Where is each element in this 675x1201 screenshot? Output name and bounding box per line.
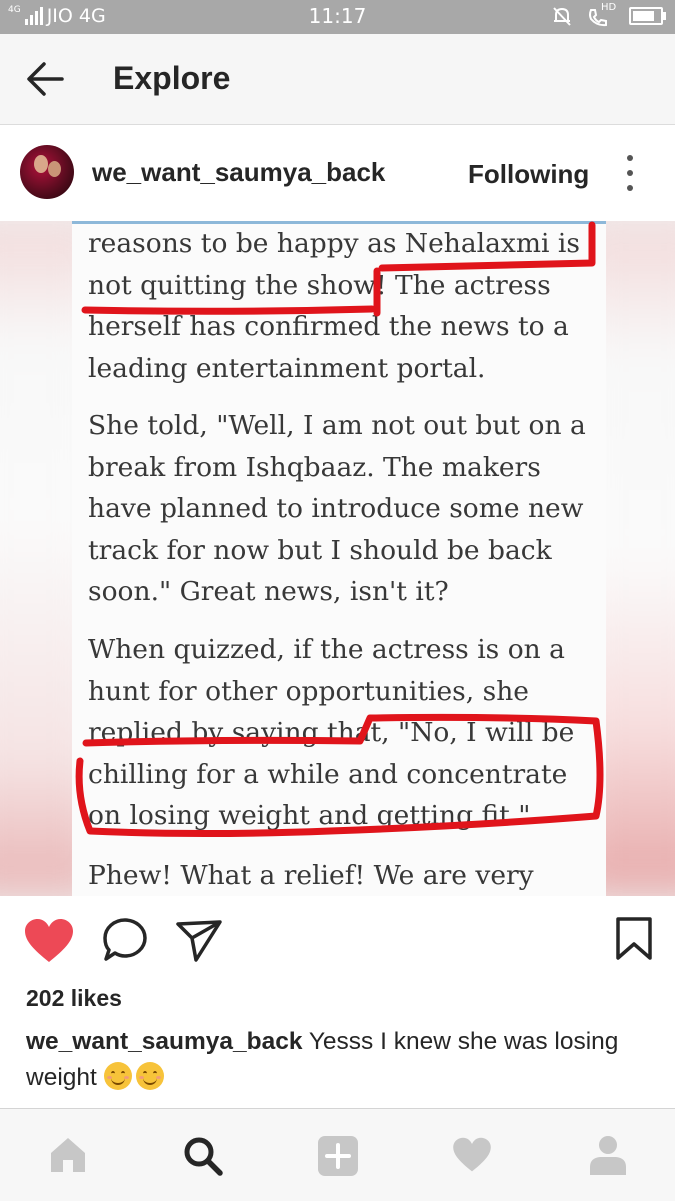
post-image[interactable]: reasons to be happy as Nehalaxmi is not … (0, 221, 675, 896)
avatar[interactable] (20, 145, 74, 199)
add-post-icon[interactable] (316, 1134, 360, 1178)
bottom-nav (0, 1108, 675, 1201)
comment-icon[interactable] (100, 916, 150, 964)
mute-bell-icon (553, 7, 571, 26)
search-icon[interactable] (182, 1135, 224, 1177)
heart-filled-icon[interactable] (24, 918, 74, 964)
bookmark-icon[interactable] (614, 916, 654, 962)
page-title: Explore (113, 60, 231, 96)
arrow-left-icon[interactable] (24, 58, 66, 100)
status-right: HD (551, 2, 666, 27)
share-icon[interactable] (174, 916, 224, 964)
likes-count[interactable]: 202 likes (26, 985, 122, 1012)
highlight-marks (75, 221, 604, 837)
smiling-face-emoji-icon (103, 1062, 132, 1090)
post-actions (0, 896, 675, 976)
hd-call-icon: HD (587, 2, 617, 27)
post-caption: we_want_saumya_back Yesss I knew she was… (26, 1024, 651, 1096)
more-vertical-icon[interactable] (620, 155, 640, 191)
status-bar: 4G JIO 4G 11:17 HD (0, 0, 675, 34)
following-button[interactable]: Following (468, 159, 589, 190)
hd-badge: HD (601, 2, 617, 13)
battery-icon (629, 7, 666, 25)
profile-icon[interactable] (588, 1134, 628, 1176)
activity-heart-icon[interactable] (452, 1137, 492, 1173)
smiling-face-emoji-icon (135, 1062, 164, 1090)
post-header: we_want_saumya_back Following (0, 125, 675, 221)
home-icon[interactable] (48, 1135, 88, 1175)
highlight-mark-top (81, 221, 596, 317)
post-username[interactable]: we_want_saumya_back (92, 157, 385, 188)
caption-username[interactable]: we_want_saumya_back (26, 1028, 302, 1055)
top-bar: Explore (0, 34, 675, 125)
highlight-mark-bottom (75, 713, 604, 837)
